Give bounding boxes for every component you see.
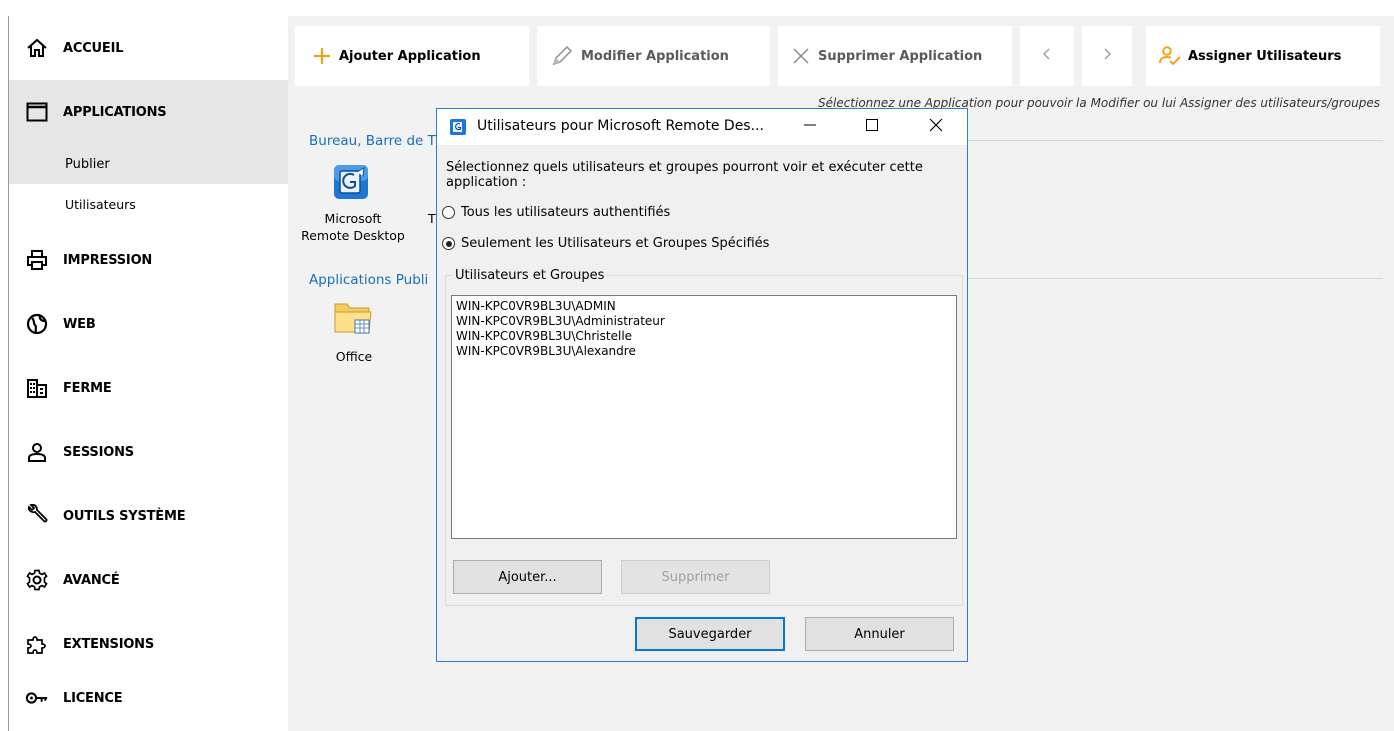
radio-all-users[interactable]: Tous les utilisateurs authentifiés [442, 205, 670, 220]
remote-desktop-app-label[interactable]: Microsoft Remote Desktop [293, 210, 413, 244]
radio-button-selected[interactable] [442, 237, 455, 250]
dialog-titlebar[interactable]: Utilisateurs pour Microsoft Remote Des..… [437, 109, 967, 145]
delete-application-label: Supprimer Application [818, 48, 983, 64]
nav-subitem-utilisateurs[interactable]: Utilisateurs [9, 184, 289, 224]
edit-application-button[interactable]: Modifier Application [537, 26, 770, 86]
radio-button[interactable] [442, 206, 455, 219]
edit-application-label: Modifier Application [581, 48, 729, 64]
app-label-line: Microsoft [324, 211, 382, 226]
maximize-icon [866, 119, 878, 135]
nav-label: OUTILS SYSTÈME [63, 508, 186, 524]
globe-icon [25, 312, 49, 336]
nav-label: ACCUEIL [63, 40, 124, 56]
app-label-line: Remote Desktop [301, 228, 405, 243]
minimize-button[interactable] [787, 109, 833, 145]
radio-label: Tous les utilisateurs authentifiés [461, 205, 671, 220]
office-app-label[interactable]: Office [324, 348, 384, 365]
remote-desktop-icon [449, 118, 467, 140]
nav-item-web[interactable]: WEB [9, 292, 289, 356]
partial-app-label: T [428, 211, 436, 226]
folder-app-icon[interactable] [333, 298, 373, 343]
users-listbox[interactable]: WIN-KPC0VR9BL3U\ADMIN WIN-KPC0VR9BL3U\Adm… [451, 295, 957, 539]
add-user-button[interactable]: Ajouter... [453, 560, 602, 594]
nav-item-applications[interactable]: APPLICATIONS [9, 80, 289, 144]
users-dialog: Utilisateurs pour Microsoft Remote Des..… [436, 108, 968, 662]
user-list-item[interactable]: WIN-KPC0VR9BL3U\ADMIN [452, 299, 956, 314]
nav-label: WEB [63, 316, 96, 332]
dialog-title: Utilisateurs pour Microsoft Remote Des..… [477, 118, 764, 134]
nav-sublabel: Publier [65, 156, 110, 172]
save-button[interactable]: Sauvegarder [635, 617, 785, 651]
user-list-item[interactable]: WIN-KPC0VR9BL3U\Administrateur [452, 314, 956, 329]
dialog-description: Sélectionnez quels utilisateurs et group… [446, 160, 923, 190]
assign-users-button[interactable]: Assigner Utilisateurs [1146, 26, 1380, 86]
nav-label: SESSIONS [63, 444, 134, 460]
nav-item-licence[interactable]: LICENCE [9, 666, 289, 730]
window-icon [25, 100, 49, 124]
user-list-item[interactable]: WIN-KPC0VR9BL3U\Christelle [452, 329, 956, 344]
key-icon [25, 686, 49, 710]
remote-desktop-app-icon[interactable] [331, 162, 371, 207]
group-label: Utilisateurs et Groupes [455, 268, 605, 283]
nav-item-accueil[interactable]: ACCUEIL [9, 16, 289, 80]
nav-label: LICENCE [63, 690, 123, 706]
next-button[interactable] [1082, 26, 1132, 86]
wrench-icon [25, 504, 49, 528]
chevron-left-icon [1041, 47, 1053, 65]
pencil-icon [551, 45, 573, 67]
gear-icon [25, 568, 49, 592]
home-icon [25, 36, 49, 60]
nav-subitem-publier[interactable]: Publier [9, 144, 289, 184]
puzzle-icon [25, 632, 49, 656]
user-icon [25, 440, 49, 464]
user-list-item[interactable]: WIN-KPC0VR9BL3U\Alexandre [452, 344, 956, 359]
add-application-button[interactable]: Ajouter Application [295, 26, 529, 86]
nav-label: FERME [63, 380, 112, 396]
printer-icon [25, 248, 49, 272]
section-title-applications-publiees: Applications Publi [309, 272, 429, 288]
delete-application-button[interactable]: Supprimer Application [778, 26, 1012, 86]
nav-label: EXTENSIONS [63, 636, 155, 652]
minimize-icon [804, 119, 816, 135]
chevron-right-icon [1101, 47, 1113, 65]
left-navigation: ACCUEIL APPLICATIONS Publier Utilisateur… [8, 16, 289, 731]
nav-label: APPLICATIONS [63, 104, 167, 120]
nav-label: IMPRESSION [63, 252, 153, 268]
users-list: WIN-KPC0VR9BL3U\ADMIN WIN-KPC0VR9BL3U\Adm… [452, 296, 956, 359]
close-x-icon [792, 47, 810, 65]
section-title-bureau: Bureau, Barre de T [309, 133, 436, 149]
assign-user-icon [1158, 45, 1182, 67]
nav-label: AVANCÉ [63, 572, 120, 588]
nav-item-outils-systeme[interactable]: OUTILS SYSTÈME [9, 484, 289, 548]
plus-icon [313, 47, 331, 65]
close-icon [929, 118, 943, 136]
section-divider [968, 278, 1383, 279]
radio-specific-users[interactable]: Seulement les Utilisateurs et Groupes Sp… [442, 236, 769, 251]
nav-sublabel: Utilisateurs [65, 196, 136, 212]
section-divider [968, 140, 1383, 141]
add-application-label: Ajouter Application [339, 48, 481, 64]
remove-user-button[interactable]: Supprimer [621, 560, 770, 594]
nav-item-avance[interactable]: AVANCÉ [9, 548, 289, 612]
radio-label: Seulement les Utilisateurs et Groupes Sp… [461, 236, 770, 251]
assign-users-label: Assigner Utilisateurs [1188, 48, 1342, 64]
close-button[interactable] [913, 109, 959, 145]
nav-item-impression[interactable]: IMPRESSION [9, 228, 289, 292]
maximize-button[interactable] [849, 109, 895, 145]
previous-button[interactable] [1020, 26, 1074, 86]
cancel-button[interactable]: Annuler [805, 617, 954, 651]
building-icon [25, 376, 49, 400]
nav-item-ferme[interactable]: FERME [9, 356, 289, 420]
nav-item-sessions[interactable]: SESSIONS [9, 420, 289, 484]
